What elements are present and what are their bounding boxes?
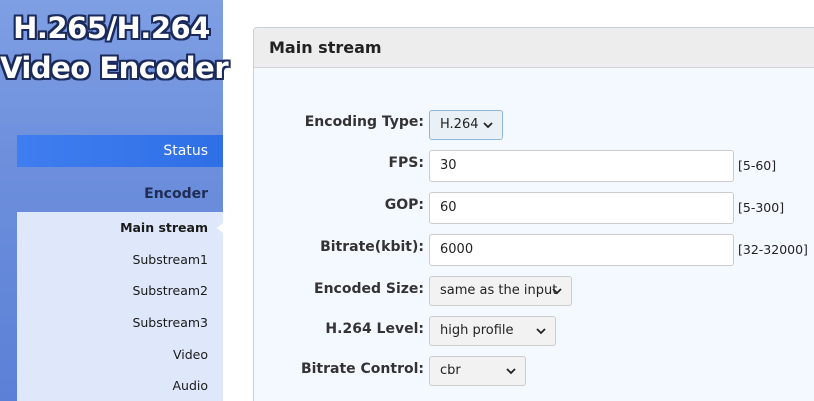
subnav-item-audio[interactable]: Audio (17, 370, 223, 401)
encoded-size-select[interactable]: same as the input (429, 276, 572, 306)
fps-label: FPS: (388, 155, 424, 171)
chevron-down-icon (536, 326, 546, 335)
subnav-item-main-stream[interactable]: Main stream (17, 212, 223, 244)
chevron-down-icon (506, 366, 516, 375)
bitrate-control-select[interactable]: cbr (429, 356, 526, 386)
logo-line-2: Video Encoder (0, 51, 229, 85)
level-label: H.264 Level: (325, 321, 424, 337)
nav-status[interactable]: Status (17, 135, 223, 167)
encoding-type-select[interactable]: H.264 (429, 110, 503, 140)
logo: H.265/H.264 Video Encoder (0, 8, 229, 88)
gop-label: GOP: (384, 197, 424, 213)
logo-line-1: H.265/H.264 (13, 11, 210, 45)
encoded-size-value: same as the input (440, 283, 558, 298)
bitrate-control-label: Bitrate Control: (300, 361, 424, 377)
subnav-item-substream2[interactable]: Substream2 (17, 275, 223, 307)
fps-range: [5-60] (738, 158, 777, 173)
encoding-type-value: H.264 (440, 117, 479, 132)
encoder-subnav: Main stream Substream1 Substream2 Substr… (17, 212, 223, 401)
level-value: high profile (440, 323, 514, 338)
gop-input[interactable]: 60 (429, 192, 734, 224)
encoding-type-label: Encoding Type: (304, 114, 424, 130)
subnav-item-substream1[interactable]: Substream1 (17, 244, 223, 276)
bitrate-control-value: cbr (440, 363, 461, 378)
panel-title: Main stream (254, 28, 814, 68)
subnav-item-video[interactable]: Video (17, 339, 223, 371)
nav-encoder[interactable]: Encoder (17, 178, 223, 210)
encoded-size-label: Encoded Size: (314, 281, 424, 297)
level-select[interactable]: high profile (429, 316, 556, 346)
gop-range: [5-300] (738, 200, 785, 215)
fps-input[interactable]: 30 (429, 150, 734, 182)
bitrate-input[interactable]: 6000 (429, 234, 734, 266)
chevron-down-icon (552, 286, 562, 295)
sidebar: H.265/H.264 Video Encoder Status Encoder… (0, 0, 229, 401)
bitrate-range: [32-32000] (738, 242, 808, 257)
bitrate-label: Bitrate(kbit): (320, 239, 424, 255)
chevron-down-icon (483, 120, 493, 129)
subnav-item-substream3[interactable]: Substream3 (17, 307, 223, 339)
